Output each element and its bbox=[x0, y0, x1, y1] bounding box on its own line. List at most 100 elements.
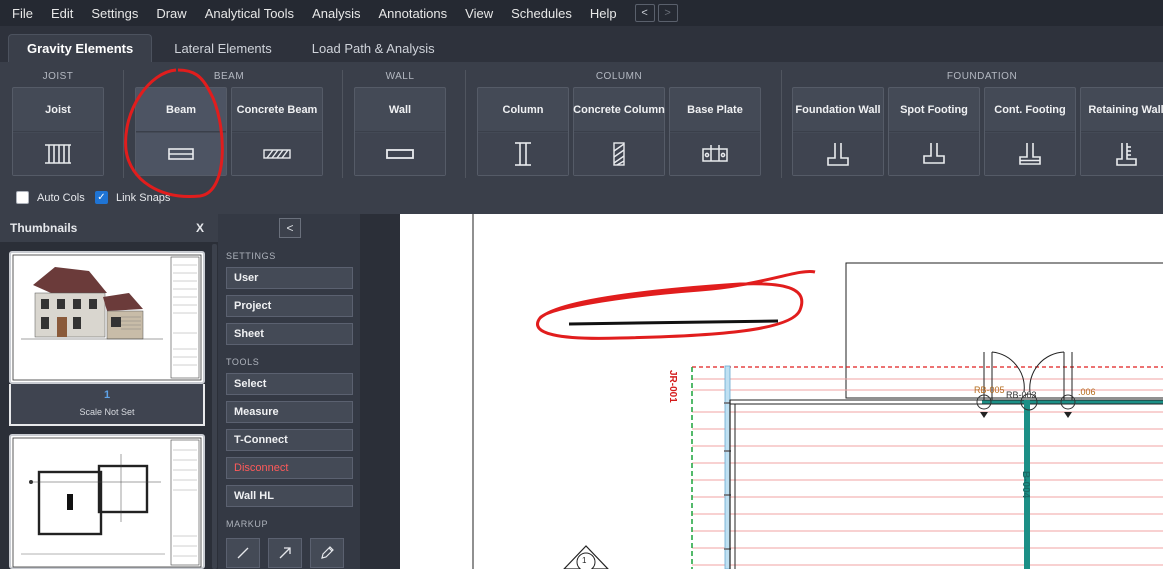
t-connect-tool-button[interactable]: T-Connect bbox=[226, 429, 353, 451]
tool-label: Concrete Beam bbox=[232, 88, 322, 132]
tool-label: Spot Footing bbox=[889, 88, 979, 132]
tool-label: Cont. Footing bbox=[985, 88, 1075, 132]
beam-label-b004[interactable]: B-004 bbox=[1020, 471, 1031, 498]
menu-analysis[interactable]: Analysis bbox=[312, 6, 360, 21]
beam-label-jr001[interactable]: JR-001 bbox=[667, 370, 678, 403]
beam-tool-button[interactable]: Beam bbox=[135, 87, 227, 176]
ribbon-panel: JOIST BEAM WALL COLUMN FOUNDATION Joist … bbox=[0, 62, 1163, 214]
wall-hl-tool-button[interactable]: Wall HL bbox=[226, 485, 353, 507]
ribbon-tabs: Gravity Elements Lateral Elements Load P… bbox=[0, 26, 1163, 62]
link-snaps-checkbox[interactable]: ✓ bbox=[95, 191, 108, 204]
tab-gravity-elements[interactable]: Gravity Elements bbox=[8, 34, 153, 62]
collapse-panel-button[interactable]: < bbox=[279, 218, 301, 238]
group-divider bbox=[781, 70, 782, 178]
tool-label: Beam bbox=[136, 88, 226, 132]
beam-label-rb006[interactable]: .006 bbox=[1078, 387, 1096, 397]
house-elevation-thumbnail bbox=[12, 254, 202, 381]
sheet-settings-button[interactable]: Sheet bbox=[226, 323, 353, 345]
group-label-joist: JOIST bbox=[42, 71, 74, 82]
disconnect-tool-button[interactable]: Disconnect bbox=[226, 457, 353, 479]
menu-help[interactable]: Help bbox=[590, 6, 617, 21]
retaining-wall-tool-button[interactable]: Retaining Wall bbox=[1080, 87, 1163, 176]
tool-label: Retaining Wall bbox=[1081, 88, 1163, 132]
link-snaps-label: Link Snaps bbox=[116, 191, 171, 204]
wall-tool-button[interactable]: Wall bbox=[354, 87, 446, 176]
beam-label-rb003[interactable]: RB-003 bbox=[1006, 390, 1037, 400]
menu-annotations[interactable]: Annotations bbox=[378, 6, 447, 21]
user-settings-button[interactable]: User bbox=[226, 267, 353, 289]
concrete-column-icon bbox=[574, 133, 664, 175]
tab-lateral-elements[interactable]: Lateral Elements bbox=[156, 34, 290, 62]
grid-marker-label: 1 bbox=[582, 556, 587, 565]
column-icon bbox=[478, 133, 568, 175]
arrow-markup-button[interactable] bbox=[268, 538, 302, 568]
retaining-wall-icon bbox=[1081, 133, 1163, 175]
settings-section-label: SETTINGS bbox=[226, 251, 276, 261]
link-snaps-option[interactable]: ✓ Link Snaps bbox=[95, 191, 170, 204]
thumbnails-panel: Thumbnails X 1 Scale Not Set bbox=[0, 214, 218, 569]
tool-label: Wall bbox=[355, 88, 445, 132]
close-thumbnails-button[interactable]: X bbox=[196, 221, 204, 235]
menu-settings[interactable]: Settings bbox=[91, 6, 138, 21]
base-plate-tool-button[interactable]: Base Plate bbox=[669, 87, 761, 176]
line-icon bbox=[237, 547, 249, 559]
auto-cols-label: Auto Cols bbox=[37, 191, 85, 204]
joist-tool-button[interactable]: Joist bbox=[12, 87, 104, 176]
project-settings-button[interactable]: Project bbox=[226, 295, 353, 317]
auto-cols-option[interactable]: Auto Cols bbox=[16, 191, 85, 204]
group-label-column: COLUMN bbox=[595, 71, 643, 82]
beam-label-rb005[interactable]: RB-005 bbox=[974, 385, 1005, 395]
tool-label: Base Plate bbox=[670, 88, 760, 132]
spot-footing-icon bbox=[889, 133, 979, 175]
back-arrow-button[interactable]: < bbox=[634, 4, 655, 22]
cont-footing-tool-button[interactable]: Cont. Footing bbox=[984, 87, 1076, 176]
spot-footing-tool-button[interactable]: Spot Footing bbox=[888, 87, 980, 176]
tool-label: Column bbox=[478, 88, 568, 132]
cont-footing-icon bbox=[985, 133, 1075, 175]
menu-edit[interactable]: Edit bbox=[51, 6, 73, 21]
tab-load-path-analysis[interactable]: Load Path & Analysis bbox=[294, 34, 453, 62]
menu-analytical-tools[interactable]: Analytical Tools bbox=[205, 6, 294, 21]
auto-cols-checkbox[interactable] bbox=[16, 191, 29, 204]
tool-label: Concrete Column bbox=[573, 88, 665, 132]
beam-icon bbox=[136, 133, 226, 175]
page-thumbnail-2[interactable] bbox=[9, 434, 205, 569]
concrete-beam-tool-button[interactable]: Concrete Beam bbox=[231, 87, 323, 176]
thumbnails-title: Thumbnails bbox=[10, 221, 78, 235]
group-label-beam: BEAM bbox=[213, 71, 245, 82]
group-divider bbox=[123, 70, 124, 178]
concrete-column-tool-button[interactable]: Concrete Column bbox=[573, 87, 665, 176]
page-thumbnail-1[interactable] bbox=[9, 251, 205, 384]
drawing-canvas[interactable]: JR-001 RB-005 RB-003 .006 B-004 1 bbox=[400, 214, 1163, 569]
page-number: 1 bbox=[103, 389, 111, 401]
base-plate-icon bbox=[670, 133, 760, 175]
menu-view[interactable]: View bbox=[465, 6, 493, 21]
markup-section-label: MARKUP bbox=[226, 519, 269, 529]
measure-tool-button[interactable]: Measure bbox=[226, 401, 353, 423]
group-label-wall: WALL bbox=[385, 71, 415, 82]
tools-section-label: TOOLS bbox=[226, 357, 260, 367]
canvas-gutter bbox=[360, 214, 400, 569]
menu-schedules[interactable]: Schedules bbox=[511, 6, 572, 21]
group-label-foundation: FOUNDATION bbox=[946, 71, 1018, 82]
concrete-beam-icon bbox=[232, 133, 322, 175]
thumbnails-header: Thumbnails X bbox=[0, 214, 218, 242]
select-tool-button[interactable]: Select bbox=[226, 373, 353, 395]
pen-icon bbox=[321, 546, 334, 559]
floor-plan-thumbnail bbox=[12, 437, 202, 568]
thumbnails-scrollbar[interactable] bbox=[212, 244, 217, 569]
group-divider bbox=[465, 70, 466, 178]
menu-file[interactable]: File bbox=[12, 6, 33, 21]
page-thumbnail-caption[interactable]: 1 Scale Not Set bbox=[9, 384, 205, 426]
menu-draw[interactable]: Draw bbox=[156, 6, 186, 21]
column-tool-button[interactable]: Column bbox=[477, 87, 569, 176]
forward-arrow-button[interactable]: > bbox=[657, 4, 678, 22]
tools-panel: < SETTINGS User Project Sheet TOOLS Sele… bbox=[218, 214, 360, 569]
floor-plan-drawing bbox=[472, 214, 1163, 569]
menu-bar: File Edit Settings Draw Analytical Tools… bbox=[0, 0, 1163, 26]
pen-markup-button[interactable] bbox=[310, 538, 344, 568]
foundation-wall-icon bbox=[793, 133, 883, 175]
line-markup-button[interactable] bbox=[226, 538, 260, 568]
group-divider bbox=[342, 70, 343, 178]
foundation-wall-tool-button[interactable]: Foundation Wall bbox=[792, 87, 884, 176]
